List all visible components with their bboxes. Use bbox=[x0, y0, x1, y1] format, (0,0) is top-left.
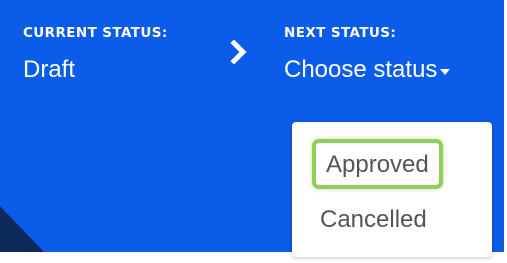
chevron-right-icon bbox=[230, 40, 247, 64]
status-options-menu: Approved Cancelled bbox=[292, 122, 492, 257]
option-approved[interactable]: Approved bbox=[312, 139, 443, 189]
current-status-label: CURRENT STATUS: bbox=[23, 25, 168, 41]
option-cancelled[interactable]: Cancelled bbox=[320, 206, 427, 234]
next-status-dropdown[interactable]: Choose status bbox=[284, 56, 451, 84]
next-status-value: Choose status bbox=[284, 56, 438, 83]
caret-down-icon bbox=[440, 69, 451, 75]
status-transition-widget: CURRENT STATUS: Draft NEXT STATUS: Choos… bbox=[0, 0, 507, 263]
corner-decoration bbox=[0, 206, 44, 252]
next-status-label: NEXT STATUS: bbox=[284, 25, 397, 41]
current-status-value: Draft bbox=[23, 56, 76, 83]
